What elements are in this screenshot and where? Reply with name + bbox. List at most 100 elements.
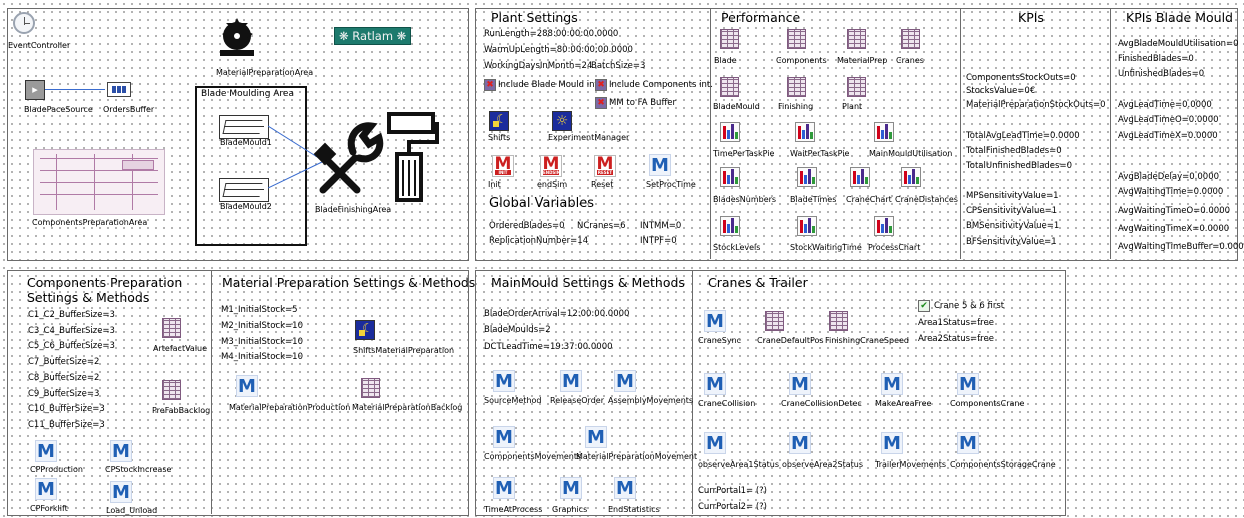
release-order-method-icon[interactable]: M (560, 370, 582, 392)
mp-sensitivity-value[interactable]: MPSensitivityValue=1 (966, 191, 1059, 201)
m2-initial-stock[interactable]: M2_InitialStock=10 (221, 321, 303, 331)
avg-lead-time-value[interactable]: AvgLeadTime=0.0000 (1118, 100, 1212, 110)
curr-portal2-value[interactable]: CurrPortal2= (?) (698, 502, 767, 512)
avg-waiting-time-value[interactable]: AvgWaitingTime=0.0000 (1118, 187, 1223, 197)
assembly-movements-method-icon[interactable]: M (614, 370, 636, 392)
init-method-icon[interactable]: M INIT (492, 155, 514, 177)
material-prep-table-icon[interactable] (847, 29, 866, 49)
finishing-table-icon[interactable] (787, 77, 806, 97)
c8-buffer-size[interactable]: C8_BufferSize=2 (28, 373, 99, 383)
stock-levels-chart-icon[interactable] (720, 216, 740, 236)
c1-c2-buffer-size[interactable]: C1_C2_BufferSize=3 (28, 310, 115, 320)
end-sim-method-icon[interactable]: M ENDSIM (540, 155, 562, 177)
total-unfinished-blades-value[interactable]: TotalUnfinishedBlades=0 (966, 161, 1072, 171)
components-crane-method-icon[interactable]: M (957, 373, 979, 395)
blade-finishing-area-icon[interactable] (313, 108, 441, 204)
replication-number-value[interactable]: ReplicationNumber=14 (489, 236, 588, 246)
set-proc-time-method-icon[interactable]: M (649, 154, 671, 176)
observe-area1-status-method-icon[interactable]: M (704, 432, 726, 454)
stock-waiting-time-chart-icon[interactable] (797, 216, 817, 236)
components-preparation-area-icon[interactable] (33, 149, 165, 215)
crane-sync-method-icon[interactable]: M (704, 310, 726, 332)
intmm-value[interactable]: INTMM=0 (640, 221, 681, 231)
time-per-task-pie-chart-icon[interactable] (720, 122, 740, 142)
blade-mould-table-icon[interactable] (720, 77, 739, 97)
crane-chart-icon[interactable] (850, 167, 870, 187)
blade-mould2-icon[interactable] (219, 178, 269, 202)
cranes-table-icon[interactable] (901, 29, 920, 49)
c3-c4-buffer-size[interactable]: C3_C4_BufferSize=3 (28, 326, 115, 336)
shifts-material-preparation-icon[interactable] (355, 320, 375, 340)
dct-lead-time-value[interactable]: DCTLeadTime=19:37:00.0000 (484, 342, 613, 352)
crane-default-pos-table-icon[interactable] (765, 311, 784, 331)
plant-table-icon[interactable] (847, 77, 866, 97)
crane-5-6-first-checkbox[interactable] (918, 300, 930, 312)
end-statistics-method-icon[interactable]: M (614, 477, 636, 499)
area2-status-value[interactable]: Area2Status=free (918, 334, 994, 344)
crane-collision-method-icon[interactable]: M (704, 373, 726, 395)
experiment-manager-icon[interactable]: ☼ (552, 111, 572, 131)
finishing-crane-speed-table-icon[interactable] (829, 311, 848, 331)
prefab-backlog-table-icon[interactable] (162, 380, 181, 400)
avg-blade-delay-value[interactable]: AvgBladeDelay=0.0000 (1118, 172, 1219, 182)
components-storage-crane-method-icon[interactable]: M (957, 432, 979, 454)
cp-production-method-icon[interactable]: M (35, 440, 57, 462)
bm-sensitivity-value[interactable]: BMSensitivityValue=1 (966, 221, 1059, 231)
avg-waiting-time-x-value[interactable]: AvgWaitingTimeX=0.0000 (1118, 224, 1229, 234)
main-mould-utilisation-chart-icon[interactable] (874, 122, 894, 142)
finished-blades-value[interactable]: FinishedBlades=0 (1118, 54, 1194, 64)
m3-initial-stock[interactable]: M3_InitialStock=10 (221, 337, 303, 347)
m1-initial-stock[interactable]: M1_InitialStock=5 (221, 305, 298, 315)
ordered-blades-value[interactable]: OrderedBlades=0 (489, 221, 565, 231)
blades-numbers-chart-icon[interactable] (720, 167, 740, 187)
material-prep-stock-outs-value[interactable]: MaterialPreparationStockOuts=0 (966, 100, 1106, 110)
graphics-method-icon[interactable]: M (560, 477, 582, 499)
cp-stock-increase-method-icon[interactable]: M (110, 440, 132, 462)
stocks-value-value[interactable]: StocksValue=0€ (966, 86, 1035, 96)
total-finished-blades-value[interactable]: TotalFinishedBlades=0 (966, 146, 1062, 156)
avg-waiting-time-o-value[interactable]: AvgWaitingTimeO=0.0000 (1118, 206, 1230, 216)
observe-area2-status-method-icon[interactable]: M (789, 432, 811, 454)
c10-buffer-size[interactable]: C10_BufferSize=3 (28, 404, 105, 414)
run-length-value[interactable]: RunLength=288:00:00:00.0000 (484, 29, 618, 39)
blade-times-chart-icon[interactable] (797, 167, 817, 187)
blade-table-icon[interactable] (720, 29, 739, 49)
load-unload-method-icon[interactable]: M (110, 481, 132, 503)
avg-waiting-time-buffer-value[interactable]: AvgWaitingTimeBuffer=0.0000 (1118, 242, 1244, 252)
cp-sensitivity-value[interactable]: CPSensitivityValue=1 (966, 206, 1057, 216)
ncranes-value[interactable]: NCranes=6 (577, 221, 626, 231)
intpf-value[interactable]: INTPF=0 (640, 236, 677, 246)
avg-blade-mould-utilisation-value[interactable]: AvgBladeMouldUtilisation=0 (1118, 39, 1239, 49)
c5-c6-buffer-size[interactable]: C5_C6_BufferSize=3 (28, 341, 115, 351)
m4-initial-stock[interactable]: M4_InitialStock=10 (221, 352, 303, 362)
avg-lead-time-o-value[interactable]: AvgLeadTimeO=0.0000 (1118, 115, 1219, 125)
blade-pace-source-icon[interactable]: ▸ (25, 80, 45, 100)
reset-method-icon[interactable]: M RESET (594, 155, 616, 177)
orders-buffer-icon[interactable] (107, 82, 131, 97)
wait-per-task-pie-chart-icon[interactable] (795, 122, 815, 142)
blade-mould1-icon[interactable] (219, 115, 269, 139)
components-table-icon[interactable] (787, 29, 806, 49)
curr-portal1-value[interactable]: CurrPortal1= (?) (698, 486, 767, 496)
process-chart-icon[interactable] (874, 216, 894, 236)
blade-order-arrival-value[interactable]: BladeOrderArrival=12:00:00.0000 (484, 309, 629, 319)
shifts-icon[interactable] (489, 111, 509, 131)
material-preparation-movement-method-icon[interactable]: M (585, 426, 607, 448)
components-movements-method-icon[interactable]: M (493, 426, 515, 448)
avg-lead-time-x-value[interactable]: AvgLeadTimeX=0.0000 (1118, 131, 1218, 141)
material-preparation-backlog-table-icon[interactable] (361, 378, 380, 398)
crane-distances-chart-icon[interactable] (901, 167, 921, 187)
cp-forklift-method-icon[interactable]: M (35, 478, 57, 500)
event-controller-icon[interactable] (13, 12, 35, 34)
artefact-value-table-icon[interactable] (162, 318, 181, 338)
bf-sensitivity-value[interactable]: BFSensitivityValue=1 (966, 237, 1057, 247)
c11-buffer-size[interactable]: C11_BufferSize=3 (28, 420, 105, 430)
total-avg-lead-time-value[interactable]: TotalAvgLeadTime=0.0000 (966, 131, 1080, 141)
include-components-checkbox[interactable] (595, 79, 607, 91)
blade-moulds-value[interactable]: BladeMoulds=2 (484, 325, 551, 335)
trailer-movements-method-icon[interactable]: M (881, 432, 903, 454)
batch-size-value[interactable]: BatchSize=3 (591, 61, 645, 71)
warm-up-length-value[interactable]: WarmUpLength=80:00:00:00.0000 (484, 45, 633, 55)
area1-status-value[interactable]: Area1Status=free (918, 318, 994, 328)
unfinished-blades-value[interactable]: UnfinishedBlades=0 (1118, 69, 1204, 79)
